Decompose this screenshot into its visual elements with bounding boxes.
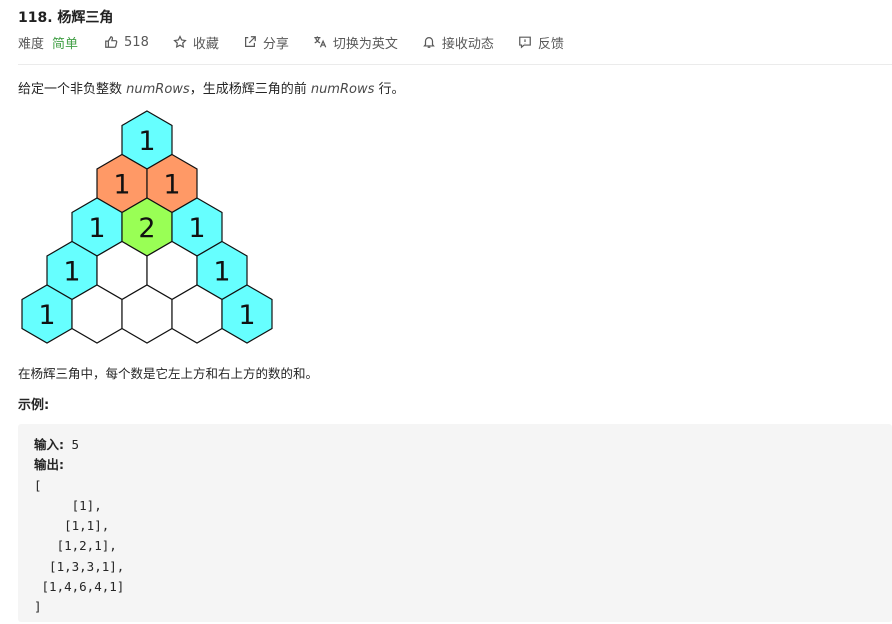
collect-label: 收藏	[192, 36, 219, 52]
star-icon	[173, 35, 187, 49]
description-var-numrows-2: numRows	[310, 82, 375, 97]
triangle-rule-note: 在杨辉三角中，每个数是它左上方和右上方的数的和。	[18, 366, 319, 381]
switch-language-label: 切换为英文	[332, 36, 398, 52]
like-count: 518	[124, 34, 149, 50]
example-title: 示例:	[18, 398, 50, 413]
share-icon	[244, 36, 256, 47]
feedback-label: 反馈	[537, 36, 564, 52]
hexagon-value: 1	[188, 213, 205, 244]
problem-title: 118. 杨辉三角	[18, 10, 114, 26]
translate-icon	[314, 36, 327, 48]
hexagon-value: 1	[38, 300, 55, 331]
difficulty-label: 难度	[18, 36, 45, 52]
hexagon-value: 1	[163, 170, 180, 201]
problem-description: 给定一个非负整数 numRows，生成杨辉三角的前 numRows 行。	[18, 78, 405, 97]
description-var-numrows: numRows	[126, 82, 190, 97]
hexagon-value: 1	[138, 126, 155, 157]
feedback-icon	[519, 36, 531, 49]
hexagon-value: 1	[238, 300, 255, 331]
header-divider	[18, 64, 892, 65]
problem-meta-bar: 难度 简单 518 收藏 分享 切换为英文 接收动态 反馈	[18, 33, 588, 52]
example-input-label: 输入:	[34, 437, 64, 452]
share-button[interactable]: 分享	[243, 33, 289, 52]
example-code-block: 输入: 5 输出: [ [1], [1,1], [1,2,1], [1,3,3,…	[18, 424, 892, 622]
hexagon-value: 1	[213, 257, 230, 288]
difficulty-value: 简单	[52, 36, 79, 52]
notify-label: 接收动态	[441, 36, 494, 52]
pascal-triangle-figure: 11 11 2 11 11 1	[21, 110, 273, 344]
thumbs-up-icon	[105, 36, 118, 48]
description-suffix: 行。	[374, 82, 405, 97]
feedback-button[interactable]: 反馈	[518, 33, 564, 52]
example-pre: 输入: 5 输出: [ [1], [1,1], [1,2,1], [1,3,3,…	[34, 435, 124, 618]
example-output-label: 输出:	[34, 457, 64, 473]
hexagon-value: 1	[113, 170, 130, 201]
switch-language-button[interactable]: 切换为英文	[313, 33, 398, 52]
description-prefix: 给定一个非负整数	[18, 82, 127, 97]
notify-button[interactable]: 接收动态	[422, 33, 494, 52]
collect-button[interactable]: 收藏	[173, 33, 219, 52]
example-output-line: [1],	[34, 497, 102, 513]
hexagon-value: 1	[88, 213, 105, 244]
example-output-line: [1,1],	[34, 518, 110, 534]
example-output-line: [	[34, 477, 42, 493]
bell-icon	[423, 37, 435, 48]
example-output-line: ]	[34, 599, 42, 615]
like-button[interactable]: 518	[104, 35, 149, 50]
example-input-value: 5	[64, 437, 80, 452]
share-label: 分享	[262, 36, 289, 52]
hexagon-value: 2	[138, 213, 155, 244]
example-output-line: [1,4,6,4,1]	[34, 579, 125, 595]
example-output-line: [1,2,1],	[34, 538, 117, 554]
example-output-line: [1,3,3,1],	[34, 558, 125, 574]
hexagon-value: 1	[63, 257, 80, 288]
description-middle: ，生成杨辉三角的前	[189, 82, 311, 97]
